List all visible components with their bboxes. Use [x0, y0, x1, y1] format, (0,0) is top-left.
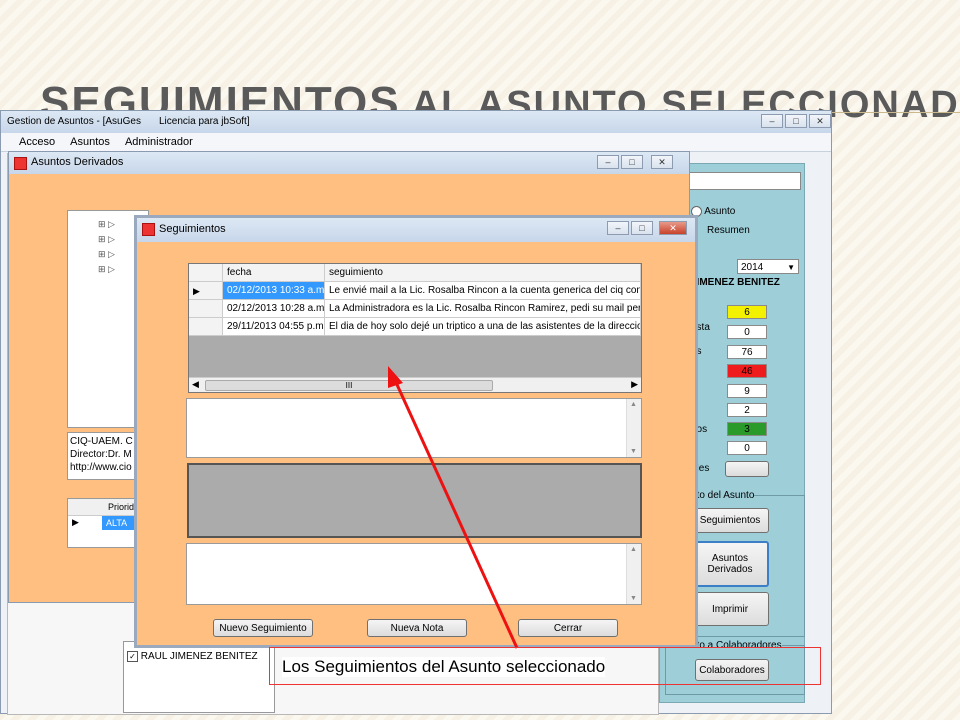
caption-box: Los Seguimientos del Asunto seleccionado: [269, 647, 821, 685]
annotation-arrow: [388, 366, 519, 649]
caption-text: Los Seguimientos del Asunto seleccionado: [282, 657, 606, 677]
